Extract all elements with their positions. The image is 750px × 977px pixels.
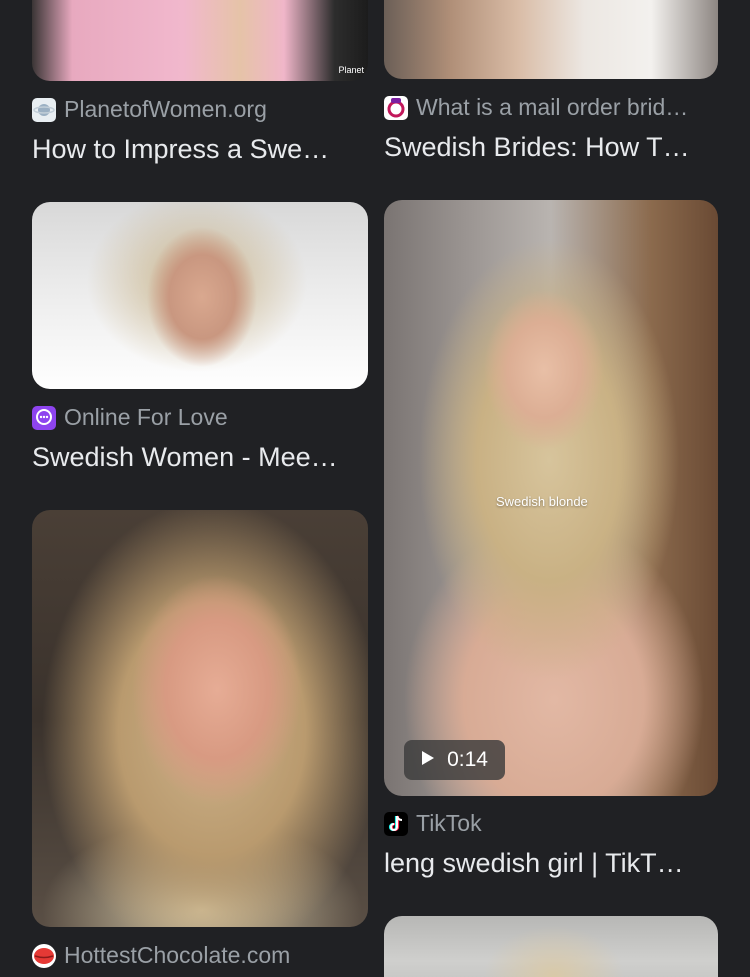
result-source-label: HottestChocolate.com bbox=[64, 942, 291, 968]
result-source-label: What is a mail order brid… bbox=[416, 94, 689, 120]
lips-favicon-icon bbox=[32, 943, 56, 968]
result-thumbnail[interactable]: Swedish blonde 0:14 bbox=[384, 200, 718, 796]
thumbnail-watermark: Planet bbox=[338, 65, 364, 75]
result-title[interactable]: How to Impress a Swe… bbox=[32, 134, 329, 165]
result-source[interactable]: PlanetofWomen.org bbox=[32, 96, 267, 123]
result-title[interactable]: leng swedish girl | TikT… bbox=[384, 848, 684, 879]
tiktok-favicon-icon bbox=[384, 811, 408, 836]
result-thumbnail[interactable]: Planet bbox=[32, 0, 368, 81]
result-source[interactable]: TikTok bbox=[384, 810, 482, 837]
result-source[interactable]: What is a mail order brid… bbox=[384, 94, 688, 121]
video-duration: 0:14 bbox=[447, 748, 488, 771]
result-thumbnail[interactable] bbox=[384, 0, 718, 79]
play-icon bbox=[421, 748, 435, 772]
image-results-grid: Planet PlanetofWomen.org How to Impress … bbox=[0, 0, 750, 977]
result-source[interactable]: HottestChocolate.com bbox=[32, 942, 290, 969]
video-caption: Swedish blonde bbox=[496, 494, 588, 509]
result-thumbnail[interactable] bbox=[32, 510, 368, 927]
chat-bubble-favicon-icon bbox=[32, 405, 56, 430]
result-source-label: PlanetofWomen.org bbox=[64, 96, 267, 122]
result-thumbnail[interactable] bbox=[32, 202, 368, 389]
result-title[interactable]: Swedish Women - Mee… bbox=[32, 442, 338, 473]
result-title[interactable]: Swedish Brides: How T… bbox=[384, 132, 690, 163]
result-source-label: TikTok bbox=[416, 810, 482, 836]
result-source[interactable]: Online For Love bbox=[32, 404, 228, 431]
result-source-label: Online For Love bbox=[64, 404, 228, 430]
planet-favicon-icon bbox=[32, 97, 56, 122]
heart-favicon-icon bbox=[384, 95, 408, 120]
video-duration-badge: 0:14 bbox=[404, 740, 505, 780]
result-thumbnail[interactable] bbox=[384, 916, 718, 977]
